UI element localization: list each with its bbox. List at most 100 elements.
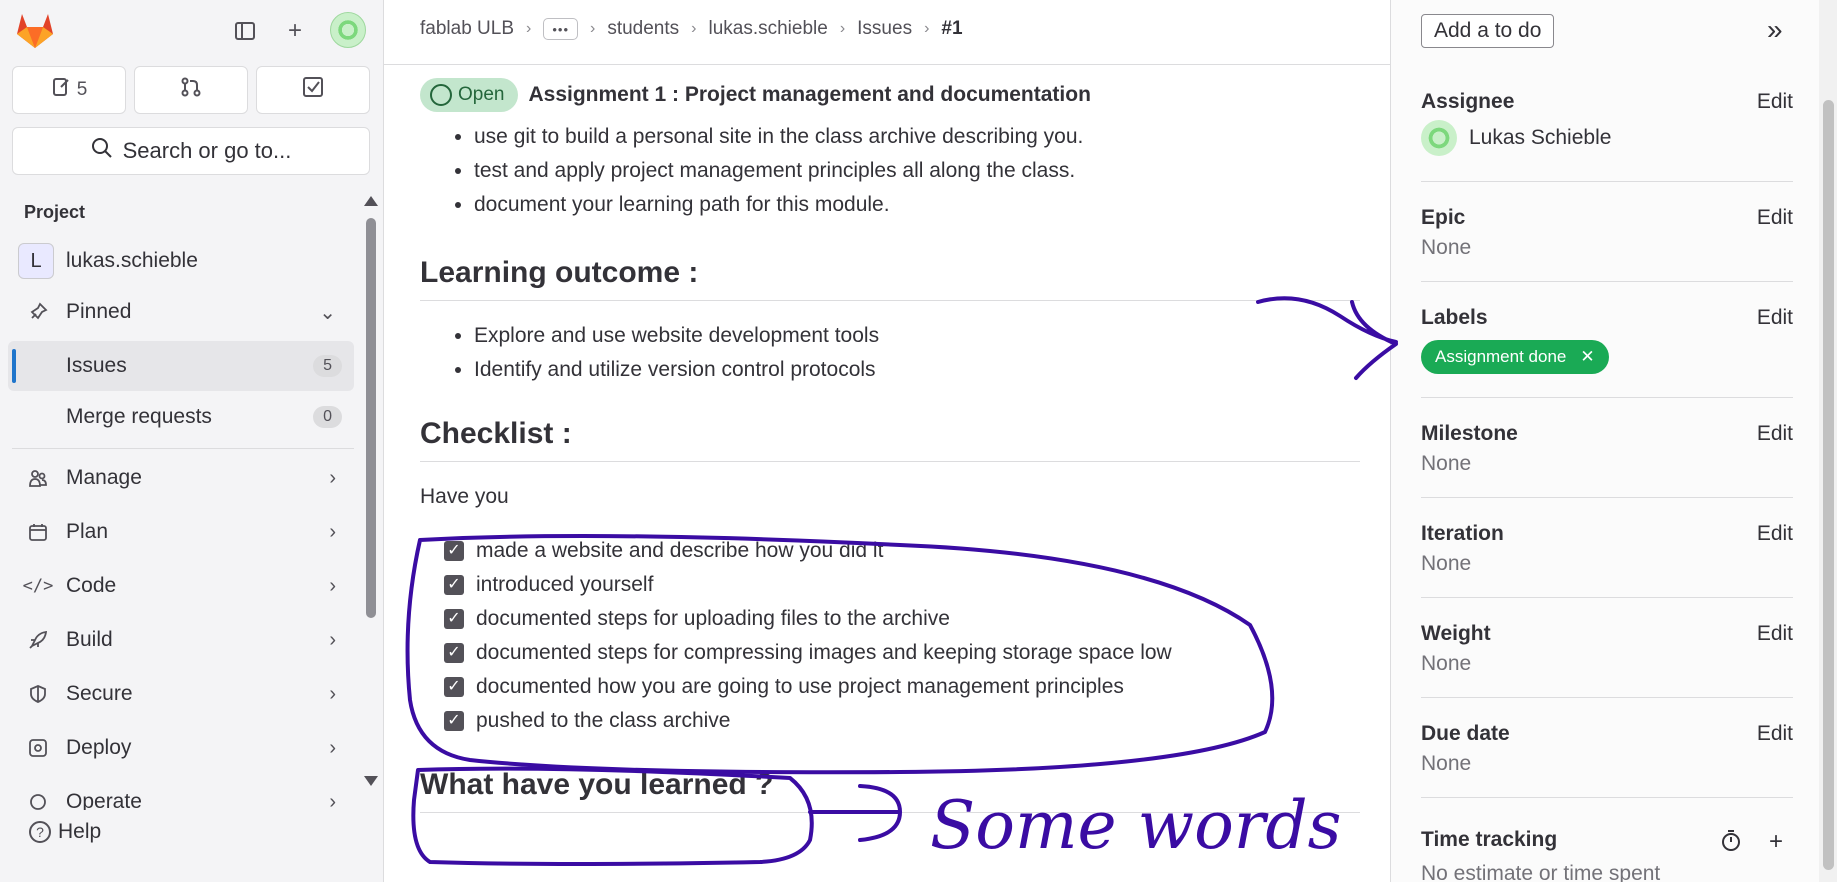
status-label: Open: [458, 84, 505, 105]
deploy-icon: [18, 738, 58, 758]
merge-requests-button[interactable]: [134, 66, 248, 114]
assignee-user[interactable]: Lukas Schieble: [1421, 120, 1611, 156]
breadcrumb-subgroup[interactable]: students: [607, 18, 679, 40]
issue-sidebar: Add a to do » Assignee Edit Lukas Schieb…: [1390, 0, 1837, 882]
add-time-icon[interactable]: +: [1769, 828, 1783, 859]
heading-learning-outcome: Learning outcome :: [420, 256, 1360, 301]
pinned-section-toggle[interactable]: Pinned ⌄: [8, 287, 354, 337]
list-item: Explore and use website development tool…: [474, 319, 1360, 353]
deploy-label: Deploy: [66, 736, 132, 759]
panel-scrollbar[interactable]: [1819, 0, 1837, 882]
shield-icon: [18, 684, 58, 704]
assigned-issues-button[interactable]: 5: [12, 66, 126, 114]
merge-requests-label: Merge requests: [66, 405, 212, 428]
checkbox-checked-icon[interactable]: ✓: [444, 575, 464, 595]
breadcrumb-separator-icon: ›: [526, 20, 532, 37]
milestone-value: None: [1421, 452, 1472, 475]
time-tracking-value: No estimate or time spent: [1421, 862, 1661, 882]
checklist-item-label: documented steps for uploading files to …: [476, 607, 950, 630]
rocket-icon: [18, 630, 58, 650]
checkbox-checked-icon[interactable]: ✓: [444, 643, 464, 663]
toggle-sidebar-icon[interactable]: [228, 14, 262, 48]
breadcrumb-issues[interactable]: Issues: [857, 18, 912, 40]
checkbox-checked-icon[interactable]: ✓: [444, 677, 464, 697]
weight-section: Weight Edit None: [1421, 622, 1793, 698]
epic-value: None: [1421, 236, 1472, 259]
todo-check-icon: [302, 76, 324, 104]
sidebar-item-operate[interactable]: Operate ›: [8, 777, 354, 810]
checklist-item-label: introduced yourself: [476, 573, 654, 596]
labels-edit-button[interactable]: Edit: [1757, 306, 1793, 330]
weight-edit-button[interactable]: Edit: [1757, 622, 1793, 646]
time-tracking-title: Time tracking: [1421, 828, 1558, 851]
due-date-title: Due date: [1421, 722, 1510, 745]
iteration-value: None: [1421, 552, 1472, 575]
search-label: Search or go to...: [122, 138, 292, 163]
due-date-edit-button[interactable]: Edit: [1757, 722, 1793, 746]
todo-list-button[interactable]: [256, 66, 370, 114]
label-chip[interactable]: Assignment done ✕: [1421, 340, 1609, 374]
checkbox-checked-icon[interactable]: ✓: [444, 609, 464, 629]
issues-count-badge: 5: [313, 355, 342, 377]
weight-title: Weight: [1421, 622, 1491, 645]
checkbox-checked-icon[interactable]: ✓: [444, 541, 464, 561]
sidebar-divider: [12, 448, 354, 449]
user-avatar[interactable]: [330, 12, 366, 48]
epic-edit-button[interactable]: Edit: [1757, 206, 1793, 230]
help-button[interactable]: ? Help: [28, 820, 101, 844]
breadcrumb-project[interactable]: lukas.schieble: [708, 18, 827, 40]
label-chip-text: Assignment done: [1435, 347, 1567, 366]
gitlab-logo-icon[interactable]: [14, 10, 56, 50]
sidebar-nav: Project L lukas.schieble Pinned ⌄ Issues…: [0, 190, 360, 810]
sidebar-item-issues[interactable]: Issues 5: [8, 341, 354, 391]
sidebar-item-deploy[interactable]: Deploy ›: [8, 723, 354, 773]
project-link[interactable]: L lukas.schieble: [8, 236, 354, 286]
assignee-edit-button[interactable]: Edit: [1757, 90, 1793, 114]
sidebar-item-build[interactable]: Build ›: [8, 615, 354, 665]
breadcrumb-separator-icon: ›: [590, 20, 596, 37]
checklist-item-label: documented steps for compressing images …: [476, 641, 1172, 664]
checkbox-checked-icon[interactable]: ✓: [444, 711, 464, 731]
project-name: lukas.schieble: [66, 249, 198, 272]
sidebar-item-manage[interactable]: Manage ›: [8, 453, 354, 503]
sidebar-scroll-thumb[interactable]: [366, 218, 376, 618]
labels-section: Labels Edit Assignment done ✕: [1421, 306, 1793, 398]
search-button[interactable]: Search or go to...: [12, 127, 370, 175]
sidebar-scrollbar[interactable]: [362, 196, 378, 786]
counter-row: 5: [12, 66, 370, 114]
remove-label-icon[interactable]: ✕: [1580, 347, 1594, 367]
milestone-title: Milestone: [1421, 422, 1518, 445]
sticky-issue-header: Open Assignment 1 : Project management a…: [420, 78, 1091, 112]
heading-learned: What have you learned ?: [420, 768, 1360, 813]
collapse-sidebar-icon[interactable]: »: [1767, 14, 1783, 46]
sidebar-item-merge-requests[interactable]: Merge requests 0: [8, 392, 354, 442]
time-tracking-section: Time tracking + No estimate or time spen…: [1421, 828, 1793, 882]
sidebar-item-secure[interactable]: Secure ›: [8, 669, 354, 719]
issues-icon: [51, 77, 71, 103]
breadcrumb-current[interactable]: #1: [941, 18, 962, 40]
list-item: document your learning path for this mod…: [474, 188, 1360, 222]
scroll-down-arrow-icon[interactable]: [364, 776, 378, 786]
heading-checklist: Checklist :: [420, 417, 1360, 462]
panel-scroll-thumb[interactable]: [1823, 100, 1834, 870]
iteration-title: Iteration: [1421, 522, 1504, 545]
breadcrumb-more-button[interactable]: •••: [543, 18, 578, 40]
add-todo-button[interactable]: Add a to do: [1421, 14, 1555, 48]
chevron-right-icon: ›: [329, 682, 336, 705]
iteration-edit-button[interactable]: Edit: [1757, 522, 1793, 546]
pinned-label: Pinned: [66, 300, 132, 323]
scroll-up-arrow-icon[interactable]: [364, 196, 378, 206]
chevron-down-icon: ⌄: [319, 301, 336, 324]
sidebar-item-code[interactable]: </> Code ›: [8, 561, 354, 611]
assignee-avatar: [1421, 120, 1457, 156]
breadcrumb-group[interactable]: fablab ULB: [420, 18, 514, 40]
breadcrumb-separator-icon: ›: [691, 20, 697, 37]
build-label: Build: [66, 628, 113, 651]
chevron-right-icon: ›: [329, 466, 336, 489]
milestone-edit-button[interactable]: Edit: [1757, 422, 1793, 446]
sidebar-item-plan[interactable]: Plan ›: [8, 507, 354, 557]
create-new-icon[interactable]: +: [278, 14, 312, 48]
stopwatch-icon[interactable]: [1719, 828, 1743, 859]
code-icon: </>: [22, 576, 54, 596]
assignee-title: Assignee: [1421, 90, 1515, 113]
